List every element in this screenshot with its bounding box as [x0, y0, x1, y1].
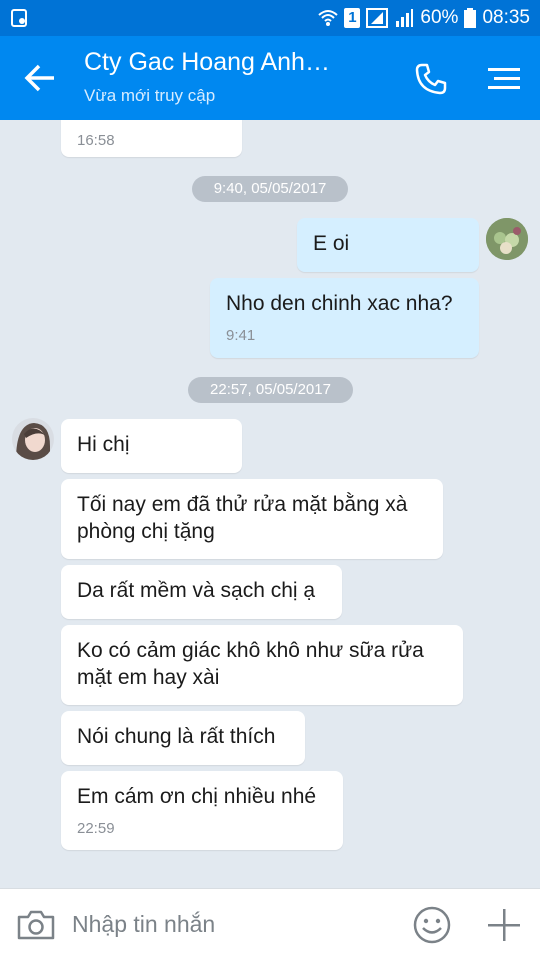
menu-icon[interactable]: [486, 64, 522, 94]
phone-icon[interactable]: [414, 62, 448, 96]
incoming-message[interactable]: 16:58: [61, 120, 242, 157]
message-list[interactable]: 16:58 9:40, 05/05/2017 E oi Nho den chin…: [0, 120, 540, 888]
incoming-message[interactable]: Em cám ơn chị nhiều nhé 22:59: [61, 771, 343, 850]
status-bar: 1 60% 08:35: [0, 0, 540, 36]
status-indicators: 1 60% 08:35: [318, 6, 530, 30]
message-text: Ko có cảm giác khô khô như sữa rửa mặt e…: [77, 639, 424, 689]
contact-avatar[interactable]: [12, 418, 54, 460]
incoming-message[interactable]: Da rất mềm và sạch chị ạ: [61, 565, 342, 619]
signal-icon-2: [396, 9, 414, 27]
plus-icon[interactable]: [484, 905, 524, 945]
message-text: Hi chị: [77, 433, 130, 456]
message-time: 16:58: [77, 132, 115, 149]
screenshot-notification-icon: [11, 9, 27, 27]
clock: 08:35: [482, 7, 530, 28]
chat-header: Cty Gac Hoang Anh… Vừa mới truy cập: [0, 36, 540, 120]
outgoing-message[interactable]: E oi: [297, 218, 479, 272]
message-text: E oi: [313, 232, 350, 255]
incoming-message[interactable]: Hi chị: [61, 419, 242, 473]
wifi-icon: [318, 10, 339, 26]
message-time: 22:59: [77, 820, 115, 837]
battery-percent: 60%: [420, 7, 459, 28]
contact-name[interactable]: Cty Gac Hoang Anh…: [84, 48, 330, 77]
message-composer: Nhập tin nhắn: [0, 888, 540, 961]
message-text: Tối nay em đã thử rửa mặt bằng xà phòng …: [77, 493, 408, 543]
incoming-message[interactable]: Nói chung là rất thích: [61, 711, 305, 765]
message-text: Nói chung là rất thích: [77, 725, 276, 748]
message-text: Da rất mềm và sạch chị ạ: [77, 579, 316, 602]
message-text: Em cám ơn chị nhiều nhé: [77, 785, 317, 808]
date-separator: 22:57, 05/05/2017: [188, 377, 353, 403]
emoji-icon[interactable]: [412, 905, 452, 945]
incoming-message[interactable]: Ko có cảm giác khô khô như sữa rửa mặt e…: [61, 625, 463, 705]
my-avatar[interactable]: [486, 218, 528, 260]
date-separator: 9:40, 05/05/2017: [192, 176, 348, 202]
message-text: Nho den chinh xac nha?: [226, 292, 453, 315]
camera-icon[interactable]: [16, 909, 56, 941]
back-arrow-icon[interactable]: [22, 60, 58, 96]
message-input[interactable]: Nhập tin nhắn: [72, 911, 215, 938]
message-time: 9:41: [226, 327, 256, 344]
signal-icon-1: [366, 8, 389, 28]
incoming-message[interactable]: Tối nay em đã thử rửa mặt bằng xà phòng …: [61, 479, 443, 559]
outgoing-message[interactable]: Nho den chinh xac nha? 9:41: [210, 278, 479, 358]
contact-status: Vừa mới truy cập: [84, 86, 216, 105]
sim-slot-badge: 1: [344, 8, 361, 28]
battery-icon: [464, 8, 477, 28]
